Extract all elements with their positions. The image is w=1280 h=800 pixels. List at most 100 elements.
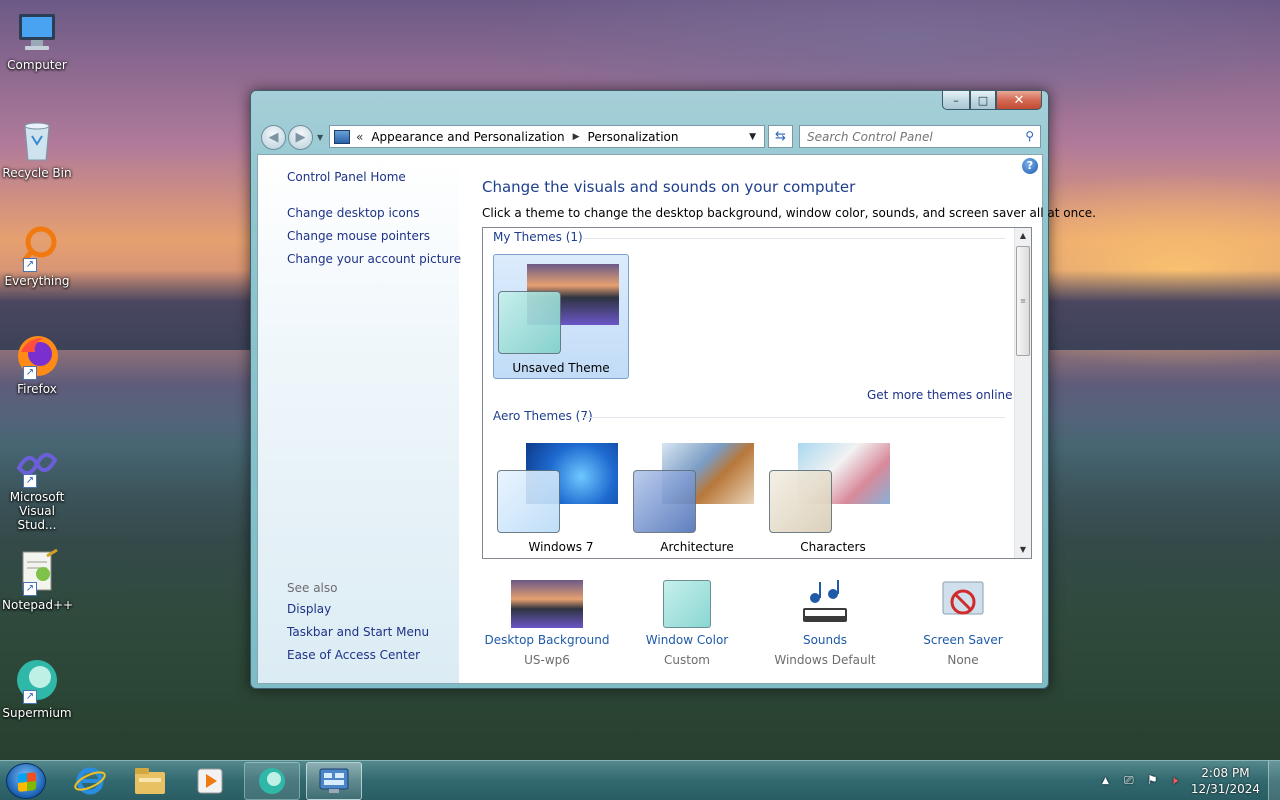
shortcut-arrow-icon: ↗ [23,690,37,704]
theme-characters[interactable]: Characters [765,434,901,558]
theme-name: Unsaved Theme [512,361,610,375]
task-pane: Control Panel Home Change desktop icons … [258,155,461,683]
sounds-label[interactable]: Sounds [760,633,890,647]
scrollbar-thumb[interactable]: ≡ [1016,246,1030,356]
theme-components: Desktop Background US-wp6 Window Color C… [482,570,1032,680]
screen-saver-item[interactable]: Screen Saver None [898,570,1028,667]
supermium-icon: ↗ [13,656,61,704]
theme-windows-7[interactable]: Windows 7 [493,434,629,558]
link-ease-of-access[interactable]: Ease of Access Center [287,648,420,662]
maximize-button[interactable]: □ [970,91,996,110]
taskbar-media-player[interactable] [182,762,238,800]
theme-list[interactable]: My Themes (1) Unsaved Theme Get more the… [482,227,1032,559]
breadcrumb-personalization[interactable]: Personalization [588,130,679,144]
breadcrumb-appearance[interactable]: Appearance and Personalization [371,130,564,144]
notepadpp-icon: ↗ [13,548,61,596]
taskbar-control-panel[interactable] [306,762,362,800]
see-also-heading: See also [287,581,338,595]
window-controls: – □ ✕ [942,91,1042,111]
window-color-value: Custom [664,653,710,667]
desktop-icon-supermium[interactable]: ↗ Supermium [2,656,72,720]
theme-color-swatch [769,470,832,533]
personalization-window[interactable]: – □ ✕ ◀ ▶ ▼ « Appearance and Personaliza… [250,90,1096,689]
link-taskbar-start-menu[interactable]: Taskbar and Start Menu [287,625,429,639]
show-hidden-icons-button[interactable]: ▲ [1102,776,1109,786]
theme-name: Architecture [660,540,734,554]
firefox-icon: ↗ [13,332,61,380]
clock[interactable]: 2:08 PM 12/31/2024 [1191,765,1260,797]
search-input[interactable] [807,129,1007,144]
group-divider [583,238,1005,239]
address-chevron[interactable]: « [356,130,363,144]
navigation-bar: ◀ ▶ ▼ « Appearance and Personalization ▶… [259,125,1041,150]
minimize-button[interactable]: – [942,91,970,110]
theme-architecture[interactable]: Architecture [629,434,765,558]
control-panel-icon [319,768,349,793]
clock-time: 2:08 PM [1201,766,1250,780]
action-center-flag-icon[interactable]: ⚑ [1147,773,1158,787]
forward-button[interactable]: ▶ [288,125,313,150]
back-button[interactable]: ◀ [261,125,286,150]
desktop-icon-label: Computer [7,58,67,72]
desktop-icon-everything[interactable]: ↗ Everything [2,224,72,288]
taskbar-file-explorer[interactable] [122,762,178,800]
theme-list-scrollbar[interactable]: ▲ ≡ ▼ [1014,228,1031,558]
internet-explorer-icon [74,767,106,795]
screen-saver-value: None [947,653,979,667]
shortcut-arrow-icon: ↗ [23,366,37,380]
shortcut-arrow-icon: ↗ [23,258,37,272]
desktop-icon-visual-studio[interactable]: ↗ Microsoft Visual Stud... [2,440,72,532]
desktop-icon-label: Notepad++ [2,598,74,612]
media-player-icon [197,768,223,794]
supermium-icon [259,768,285,794]
desktop-icon-recycle-bin[interactable]: Recycle Bin [2,116,72,180]
screen-saver-icon [927,580,999,628]
theme-color-swatch [497,470,560,533]
link-change-account-picture[interactable]: Change your account picture [287,252,461,266]
desktop-icon-label: Microsoft Visual Stud... [9,490,65,532]
theme-name: Characters [800,540,866,554]
scroll-up-arrow-icon[interactable]: ▲ [1015,228,1031,244]
volume-muted-icon[interactable]: 🕨 [1170,773,1178,788]
link-change-desktop-icons[interactable]: Change desktop icons [287,206,420,220]
desktop-icon-firefox[interactable]: ↗ Firefox [2,332,72,396]
close-button[interactable]: ✕ [996,91,1042,110]
search-icon[interactable]: ⚲ [1025,129,1034,143]
recent-pages-dropdown[interactable]: ▼ [317,133,323,142]
desktop-icon-label: Everything [4,274,70,288]
shortcut-arrow-icon: ↗ [23,582,37,596]
address-dropdown-icon[interactable]: ▼ [749,132,756,142]
scroll-down-arrow-icon[interactable]: ▼ [1015,542,1031,558]
screen-saver-label[interactable]: Screen Saver [898,633,1028,647]
link-control-panel-home[interactable]: Control Panel Home [287,170,406,184]
notification-area: ▲ ⎚ ⚑ 🕨 2:08 PM 12/31/2024 [1090,761,1280,800]
get-more-themes-link[interactable]: Get more themes online [867,388,1013,402]
window-color-label[interactable]: Window Color [622,633,752,647]
show-desktop-button[interactable] [1268,761,1280,800]
desktop-background-label[interactable]: Desktop Background [482,633,612,647]
address-bar[interactable]: « Appearance and Personalization ▶ Perso… [329,125,765,148]
computer-icon [13,8,61,56]
music-notes-icon [789,580,861,628]
link-change-mouse-pointers[interactable]: Change mouse pointers [287,229,430,243]
recycle-bin-icon [13,116,61,164]
link-display[interactable]: Display [287,602,331,616]
refresh-button[interactable]: ⇆ [768,125,793,148]
search-box[interactable]: ⚲ [799,125,1041,148]
theme-color-swatch [633,470,696,533]
network-icon[interactable]: ⎚ [1124,773,1134,788]
theme-unsaved[interactable]: Unsaved Theme [493,254,629,379]
desktop-background-item[interactable]: Desktop Background US-wp6 [482,570,612,667]
help-button[interactable]: ? [1022,158,1038,174]
content-area: Control Panel Home Change desktop icons … [257,154,1096,684]
taskbar-internet-explorer[interactable] [62,762,118,800]
desktop-icon-label: Supermium [2,706,72,720]
window-color-item[interactable]: Window Color Custom [622,570,752,667]
desktop-icon-notepadpp[interactable]: ↗ Notepad++ [2,548,74,612]
breadcrumb-separator-icon[interactable]: ▶ [573,132,580,142]
desktop-icon-computer[interactable]: Computer [2,8,72,72]
taskbar-supermium[interactable] [244,762,300,800]
group-divider [583,417,1005,418]
start-button[interactable] [6,763,46,799]
sounds-item[interactable]: Sounds Windows Default [760,570,890,667]
